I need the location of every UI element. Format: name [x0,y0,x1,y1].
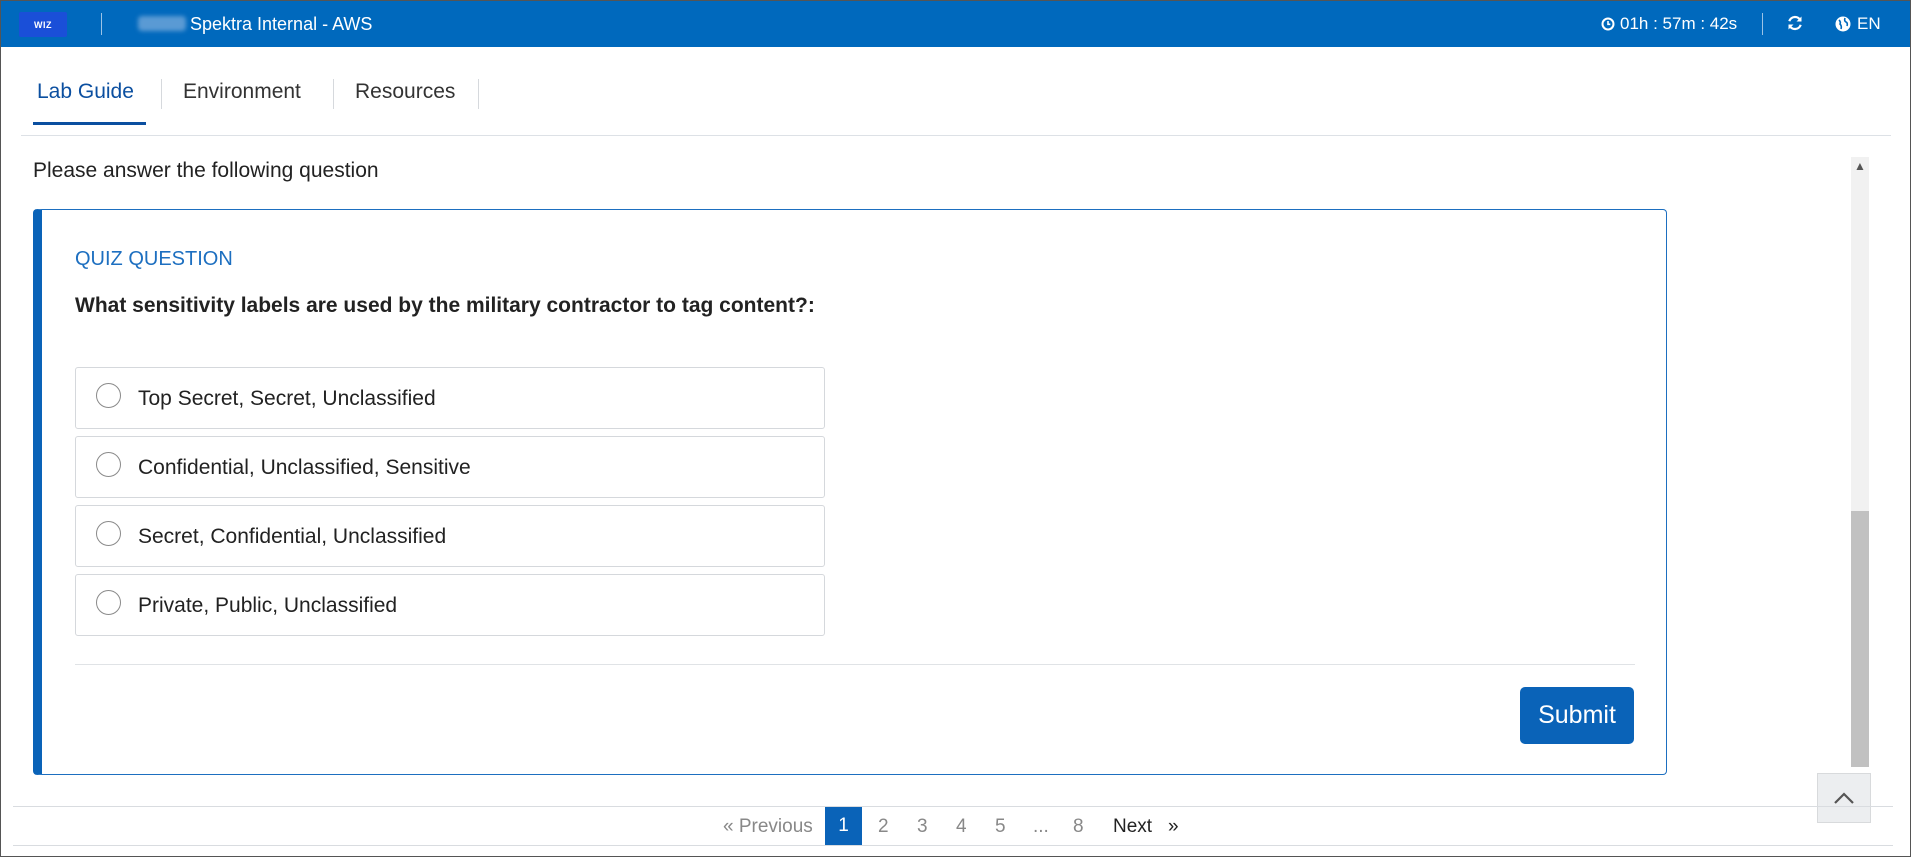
page-link[interactable]: 4 [956,816,967,838]
card-divider [75,664,1635,665]
option-label: Top Secret, Secret, Unclassified [138,387,436,410]
lab-timer: 01h : 57m : 42s [1601,14,1737,34]
globe-icon [1835,16,1851,32]
clock-icon [1601,17,1615,31]
page-link[interactable]: 8 [1073,816,1084,838]
tab-resources[interactable]: Resources [355,80,455,104]
page-link[interactable]: 5 [995,816,1006,838]
logo-text: WIZ [34,19,52,30]
scroll-up-arrow-icon[interactable]: ▲ [1854,159,1866,173]
option-label: Private, Public, Unclassified [138,594,398,617]
refresh-icon [1788,15,1802,31]
redacted-text [138,16,186,31]
next-arrow[interactable]: » [1168,816,1179,838]
option-label: Secret, Confidential, Unclassified [138,525,447,548]
page-link-current[interactable]: 1 [825,807,862,845]
page-link[interactable]: 2 [878,816,889,838]
language-selector[interactable]: EN [1835,14,1881,34]
intro-text: Please answer the following question [33,159,379,182]
previous-page-link[interactable]: « Previous [723,816,813,838]
tab-environment[interactable]: Environment [183,80,301,104]
quiz-option[interactable]: Confidential, Unclassified, Sensitive [75,436,825,498]
pagination: « Previous 1 2 3 4 5 ... 8 Next » [723,807,1183,845]
chevron-up-icon [1834,792,1854,804]
app-title: Spektra Internal - AWS [190,14,373,34]
pagination-bottom-border [13,845,1893,846]
quiz-option[interactable]: Secret, Confidential, Unclassified [75,505,825,567]
quiz-card: QUIZ QUESTION What sensitivity labels ar… [33,209,1667,775]
tab-bar: Lab Guide Environment Resources [21,47,1891,136]
tab-divider [478,79,479,109]
page-ellipsis: ... [1033,816,1049,837]
tab-lab-guide[interactable]: Lab Guide [37,80,134,104]
timer-text: 01h : 57m : 42s [1620,14,1738,33]
quiz-option[interactable]: Top Secret, Secret, Unclassified [75,367,825,429]
scrollbar-thumb[interactable] [1851,511,1869,767]
submit-button[interactable]: Submit [1520,687,1634,744]
radio-button[interactable] [96,452,121,477]
header-divider [1762,13,1763,35]
tab-divider [333,79,334,109]
next-page-link[interactable]: Next [1113,816,1152,838]
page-link[interactable]: 3 [917,816,928,838]
tab-divider [161,79,162,109]
language-label: EN [1857,14,1881,33]
quiz-label: QUIZ QUESTION [75,248,233,270]
option-label: Confidential, Unclassified, Sensitive [138,456,471,479]
radio-button[interactable] [96,521,121,546]
active-tab-indicator [33,122,146,125]
quiz-question: What sensitivity labels are used by the … [75,294,815,317]
quiz-option[interactable]: Private, Public, Unclassified [75,574,825,636]
radio-button[interactable] [96,590,121,615]
top-bar: WIZ Spektra Internal - AWS 01h : 57m : 4… [1,1,1910,47]
refresh-button[interactable] [1786,14,1804,32]
back-to-top-button[interactable] [1817,773,1871,823]
radio-button[interactable] [96,383,121,408]
header-divider [101,13,102,35]
wiz-logo: WIZ [19,12,67,37]
